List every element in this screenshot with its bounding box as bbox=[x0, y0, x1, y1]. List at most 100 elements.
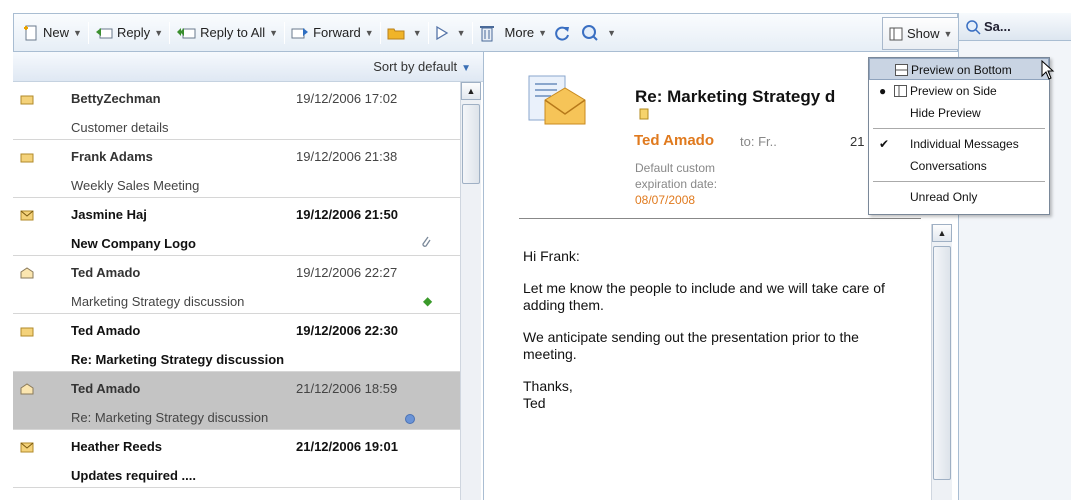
side-panel-header[interactable]: Sa... bbox=[959, 13, 1071, 41]
preview-bottom-icon bbox=[895, 64, 908, 76]
message-subject: Weekly Sales Meeting bbox=[71, 178, 200, 193]
message-subject: Re: Marketing Strategy discussion bbox=[71, 410, 269, 425]
menu-divider bbox=[873, 128, 1045, 129]
radio-selected-icon: ● bbox=[879, 84, 887, 98]
checkmark-icon: ✔ bbox=[879, 137, 890, 151]
body-paragraph: Thanks, bbox=[523, 378, 573, 394]
message-title: Re: Marketing Strategy d bbox=[635, 87, 836, 106]
more-button[interactable]: More ▼ bbox=[502, 20, 551, 46]
message-body: Hi Frank: Let me know the people to incl… bbox=[523, 248, 908, 412]
scroll-up-button[interactable]: ▲ bbox=[461, 82, 481, 100]
menu-item-label: Hide Preview bbox=[910, 106, 981, 120]
reply-all-icon bbox=[177, 27, 196, 38]
preview-scrollbar[interactable]: ▲ bbox=[931, 224, 952, 500]
expiration-label: Default custom bbox=[635, 161, 716, 175]
sender-name[interactable]: Ted Amado bbox=[634, 132, 714, 149]
envelope-unread-icon bbox=[20, 442, 34, 453]
message-date: 21/12/2006 18:59 bbox=[296, 381, 398, 396]
message-date: 21/12/2006 19:01 bbox=[296, 439, 398, 454]
new-label: New bbox=[43, 25, 70, 40]
chevron-down-icon[interactable]: ▼ bbox=[944, 29, 953, 39]
chevron-down-icon[interactable]: ▼ bbox=[457, 28, 466, 38]
body-paragraph: Let me know the people to include and we… bbox=[523, 280, 885, 313]
scroll-up-button[interactable]: ▲ bbox=[932, 224, 952, 242]
menu-item-label: Conversations bbox=[910, 159, 987, 173]
forward-button[interactable]: Forward ▼ bbox=[288, 20, 377, 46]
menu-item-hide-preview[interactable]: Hide Preview bbox=[869, 102, 1049, 124]
mail-window: New ▼ Reply ▼ Reply to All ▼ Forward ▼ ▼ ▼ bbox=[0, 0, 1071, 500]
chevron-down-icon[interactable]: ▼ bbox=[73, 28, 82, 38]
recipient-label[interactable]: to: Fr.. bbox=[740, 134, 777, 149]
forward-icon bbox=[291, 27, 309, 38]
menu-item-conversations[interactable]: Conversations bbox=[869, 155, 1049, 177]
message-row-selected[interactable]: Ted Amado 21/12/2006 18:59 Re: Marketing… bbox=[13, 372, 460, 430]
menu-item-unread-only[interactable]: Unread Only bbox=[869, 186, 1049, 208]
scroll-thumb[interactable] bbox=[462, 104, 480, 184]
chevron-down-icon: ▼ bbox=[461, 63, 471, 74]
message-subject: Marketing Strategy discussion bbox=[71, 294, 245, 309]
menu-item-preview-bottom[interactable]: Preview on Bottom bbox=[869, 58, 1049, 80]
list-scrollbar[interactable]: ▲ bbox=[460, 82, 481, 500]
menu-item-individual-messages[interactable]: ✔ Individual Messages bbox=[869, 133, 1049, 155]
toolbar: New ▼ Reply ▼ Reply to All ▼ Forward ▼ ▼ ▼ bbox=[13, 13, 961, 52]
toolbar-divider bbox=[87, 21, 89, 44]
menu-item-label: Preview on Bottom bbox=[911, 63, 1012, 77]
body-paragraph: We anticipate sending out the presentati… bbox=[523, 329, 859, 362]
message-subject: Customer details bbox=[71, 120, 169, 135]
scroll-thumb[interactable] bbox=[933, 246, 951, 480]
menu-divider bbox=[873, 181, 1045, 182]
search-icon bbox=[966, 19, 981, 35]
reply-button[interactable]: Reply ▼ bbox=[92, 20, 166, 46]
new-button[interactable]: New ▼ bbox=[20, 20, 85, 46]
chevron-down-icon[interactable]: ▼ bbox=[413, 28, 422, 38]
menu-item-label: Preview on Side bbox=[910, 84, 997, 98]
chevron-down-icon[interactable]: ▼ bbox=[365, 28, 374, 38]
message-row[interactable]: BettyZechman 19/12/2006 17:02 Customer d… bbox=[13, 82, 460, 140]
move-to-folder-button[interactable]: ▼ bbox=[384, 20, 425, 46]
search-button[interactable]: ▼ bbox=[578, 20, 619, 46]
show-button[interactable]: Show ▼ bbox=[882, 17, 961, 50]
reply-all-button[interactable]: Reply to All ▼ bbox=[173, 20, 281, 46]
message-row[interactable]: Frank Adams 19/12/2006 21:38 Weekly Sale… bbox=[13, 140, 460, 198]
forwarded-icon: ◆ bbox=[423, 294, 433, 308]
side-panel-title: Sa... bbox=[984, 19, 1011, 34]
refresh-button[interactable] bbox=[550, 20, 578, 46]
chevron-down-icon[interactable]: ▼ bbox=[154, 28, 163, 38]
sort-control[interactable]: Sort by default ▼ bbox=[13, 52, 483, 82]
body-paragraph: Ted bbox=[523, 395, 546, 411]
menu-item-label: Individual Messages bbox=[910, 137, 1019, 151]
sort-label: Sort by default bbox=[373, 59, 458, 74]
expiration-info: Default custom expiration date: 08/07/20… bbox=[635, 160, 775, 208]
message-sender: Jasmine Haj bbox=[71, 207, 147, 222]
chevron-down-icon[interactable]: ▼ bbox=[538, 28, 547, 38]
message-date: 19/12/2006 21:50 bbox=[296, 207, 398, 222]
message-sender: BettyZechman bbox=[71, 91, 161, 106]
reply-icon bbox=[95, 27, 113, 38]
toolbar-divider bbox=[284, 21, 286, 44]
message-row[interactable]: Jasmine Haj 19/12/2006 21:50 New Company… bbox=[13, 198, 460, 256]
message-row[interactable]: Ted Amado 19/12/2006 22:30 Re: Marketing… bbox=[13, 314, 460, 372]
new-document-icon bbox=[24, 25, 37, 40]
menu-item-label: Unread Only bbox=[910, 190, 978, 204]
paperclip-icon bbox=[422, 236, 431, 247]
toolbar-divider bbox=[379, 21, 381, 44]
refresh-icon bbox=[555, 26, 570, 41]
toolbar-divider bbox=[169, 21, 171, 44]
mouse-cursor-icon bbox=[1041, 60, 1055, 80]
message-row[interactable]: Heather Reeds 21/12/2006 19:01 Updates r… bbox=[13, 430, 460, 488]
delete-button[interactable] bbox=[476, 20, 502, 46]
header-divider bbox=[519, 218, 921, 219]
message-list: Sort by default ▼ BettyZechman 19/12/2006… bbox=[13, 52, 484, 500]
follow-up-button[interactable]: ▼ bbox=[432, 20, 469, 46]
chevron-down-icon[interactable]: ▼ bbox=[269, 28, 278, 38]
message-date: 19/12/2006 22:27 bbox=[296, 265, 398, 280]
unread-dot-icon[interactable] bbox=[405, 414, 415, 424]
chevron-down-icon[interactable]: ▼ bbox=[607, 28, 616, 38]
message-sender: Ted Amado bbox=[71, 381, 141, 396]
menu-item-preview-side[interactable]: ● Preview on Side bbox=[869, 80, 1049, 102]
message-subject: Updates required .... bbox=[71, 468, 196, 483]
message-subject: New Company Logo bbox=[71, 236, 196, 251]
message-row[interactable]: Ted Amado 19/12/2006 22:27 Marketing Str… bbox=[13, 256, 460, 314]
toolbar-divider bbox=[427, 21, 429, 44]
reply-all-label: Reply to All bbox=[200, 25, 266, 40]
